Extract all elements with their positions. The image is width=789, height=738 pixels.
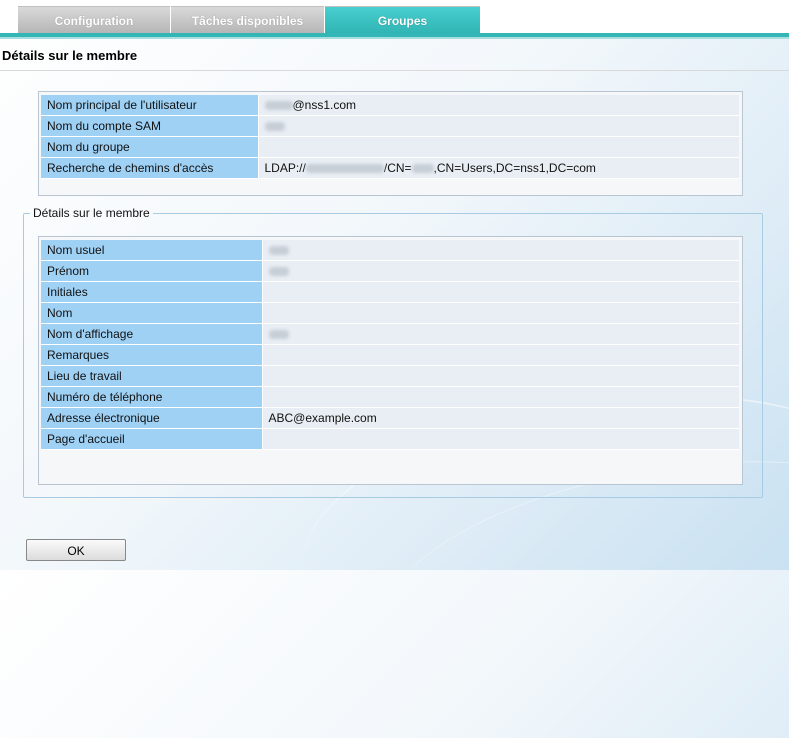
table-row: Adresse électronique ABC@example.com [41, 407, 739, 429]
tab-available-tasks[interactable]: Tâches disponibles [171, 6, 324, 35]
row-label: Nom [41, 302, 263, 324]
table-row: Initiales [41, 281, 739, 303]
row-value [258, 136, 739, 158]
row-label: Nom principal de l'utilisateur [41, 95, 259, 116]
table-row: Nom [41, 302, 739, 324]
member-details-legend: Détails sur le membre [33, 206, 150, 220]
table-row: Nom du compte SAM [41, 115, 739, 137]
row-value [262, 386, 739, 408]
account-info-table: Nom principal de l'utilisateur @nss1.com… [41, 95, 739, 179]
row-value [262, 240, 739, 261]
table-row: Nom d'affichage [41, 323, 739, 345]
row-label: Nom du groupe [41, 136, 259, 158]
table-row: Numéro de téléphone [41, 386, 739, 408]
row-value-text: LDAP:// [264, 161, 306, 175]
redacted-text [411, 164, 434, 174]
tab-bar: Configuration Tâches disponibles Groupes [0, 0, 789, 35]
redacted-text [268, 267, 289, 277]
row-value: ABC@example.com [262, 407, 739, 429]
row-label: Numéro de téléphone [41, 386, 263, 408]
redacted-text [268, 246, 289, 256]
row-value [262, 281, 739, 303]
table-row: Page d'accueil [41, 428, 739, 450]
row-label: Remarques [41, 344, 263, 366]
table-row: Recherche de chemins d'accès LDAP:// /CN=… [41, 157, 739, 179]
row-value [262, 344, 739, 366]
row-value-text: @nss1.com [292, 98, 357, 112]
row-label: Initiales [41, 281, 263, 303]
row-value-text: /CN= [383, 161, 412, 175]
table-row: Lieu de travail [41, 365, 739, 387]
tab-configuration[interactable]: Configuration [18, 6, 170, 35]
redacted-text [264, 101, 293, 111]
table-row: Nom du groupe [41, 136, 739, 158]
redacted-text [264, 122, 285, 132]
row-label: Recherche de chemins d'accès [41, 157, 259, 179]
row-label: Prénom [41, 260, 263, 282]
page-title: Détails sur le membre [2, 48, 138, 63]
title-divider [0, 70, 789, 71]
table-row: Nom usuel [41, 240, 739, 261]
row-value [262, 302, 739, 324]
row-label: Page d'accueil [41, 428, 263, 450]
redacted-text [268, 330, 289, 340]
redacted-text [305, 164, 384, 174]
row-label: Adresse électronique [41, 407, 263, 429]
table-row: Prénom [41, 260, 739, 282]
row-label: Nom d'affichage [41, 323, 263, 345]
row-label: Nom du compte SAM [41, 115, 259, 137]
row-label: Lieu de travail [41, 365, 263, 387]
table-row: Nom principal de l'utilisateur @nss1.com [41, 95, 739, 116]
row-value [262, 260, 739, 282]
row-label: Nom usuel [41, 240, 263, 261]
tab-underline-light [0, 37, 789, 39]
row-value [262, 365, 739, 387]
row-value: @nss1.com [258, 95, 739, 116]
ok-button[interactable]: OK [26, 539, 126, 561]
row-value [258, 115, 739, 137]
member-details-table: Nom usuel Prénom Initiales Nom Nom d'aff… [41, 240, 739, 450]
row-value: LDAP:// /CN= ,CN=Users,DC=nss1,DC=com [258, 157, 739, 179]
row-value-text: ,CN=Users,DC=nss1,DC=com [433, 161, 596, 175]
table-row: Remarques [41, 344, 739, 366]
tab-groups[interactable]: Groupes [325, 6, 480, 35]
row-value [262, 323, 739, 345]
row-value [262, 428, 739, 450]
